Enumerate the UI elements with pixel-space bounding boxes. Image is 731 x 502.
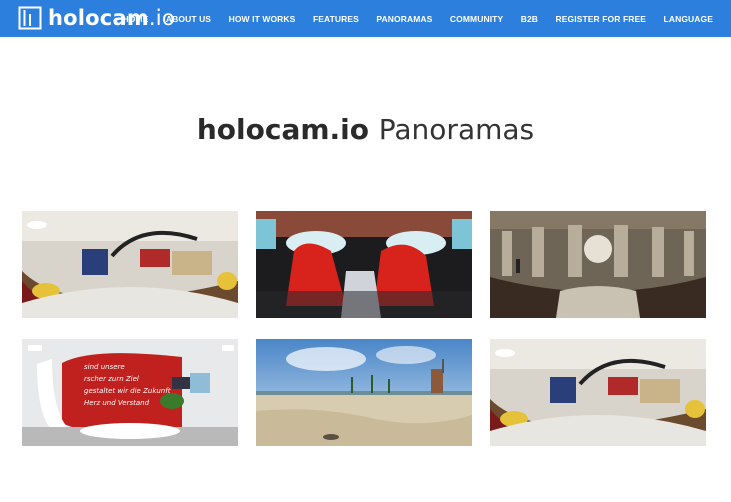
wall-text-line-3: gestaltet wir die Zukunft <box>84 387 171 395</box>
wall-text-line-4: Herz und Verstand <box>84 399 150 407</box>
panorama-grid: sind unsere rscher zurn Ziel gestaltet w… <box>22 211 708 451</box>
panorama-thumbnail-church-interior[interactable] <box>490 211 706 318</box>
nav-item-panoramas[interactable]: PANORAMAS <box>376 14 432 24</box>
panorama-thumbnail-beach[interactable] <box>256 339 472 446</box>
top-navbar: holocam.io HOME ABOUT US HOW IT WORKS FE… <box>0 0 731 37</box>
wall-text-line-2: rscher zurn Ziel <box>84 375 139 383</box>
nav-item-community[interactable]: COMMUNITY <box>450 14 503 24</box>
panorama-thumbnail-office-wall[interactable]: sind unsere rscher zurn Ziel gestaltet w… <box>22 339 238 446</box>
nav-item-register[interactable]: REGISTER FOR FREE <box>556 14 647 24</box>
page-title-brand: holocam.io <box>196 113 370 146</box>
main-nav: HOME ABOUT US HOW IT WORKS FEATURES PANO… <box>122 0 713 37</box>
nav-item-language[interactable]: LANGUAGE <box>664 14 713 24</box>
panorama-church-interior-image <box>490 211 706 318</box>
holocam-logo-icon <box>18 6 42 30</box>
panorama-thumbnail-car-interior[interactable] <box>256 211 472 318</box>
panorama-car-interior-image <box>256 211 472 318</box>
panorama-office-lounge-image <box>22 211 238 318</box>
wall-text-line-1: sind unsere <box>84 363 125 371</box>
nav-item-features[interactable]: FEATURES <box>313 14 359 24</box>
page-title-text: Panoramas <box>378 113 535 146</box>
page-title: holocam.io Panoramas <box>0 112 731 148</box>
panorama-thumbnail-office-lounge[interactable] <box>22 211 238 318</box>
panorama-office-lounge-2-image <box>490 339 706 446</box>
nav-item-b2b[interactable]: B2B <box>521 14 538 24</box>
panorama-office-wall-image: sind unsere rscher zurn Ziel gestaltet w… <box>22 339 238 446</box>
nav-item-about-us[interactable]: ABOUT US <box>166 14 211 24</box>
panorama-thumbnail-office-lounge-2[interactable] <box>490 339 706 446</box>
panorama-beach-image <box>256 339 472 446</box>
nav-item-how-it-works[interactable]: HOW IT WORKS <box>229 14 296 24</box>
nav-item-home[interactable]: HOME <box>122 14 148 24</box>
